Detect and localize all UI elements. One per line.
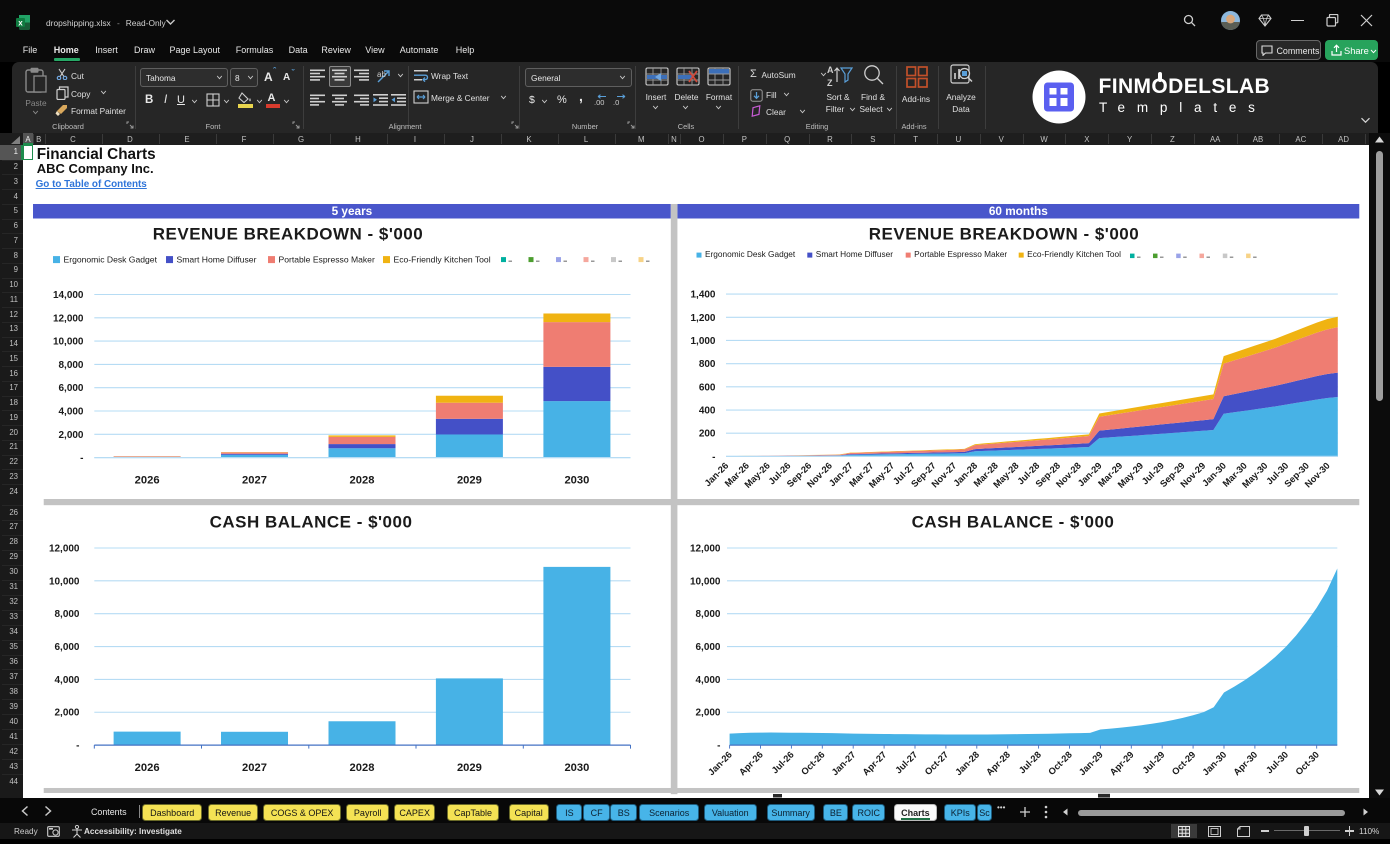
svg-text:x: x [18,19,23,28]
svg-text:2029: 2029 [457,474,482,486]
svg-text:2027: 2027 [242,762,267,774]
svg-text:800: 800 [699,359,716,370]
svg-text:8,000: 8,000 [695,609,720,620]
svg-text:1,400: 1,400 [690,289,715,300]
svg-text:-: - [717,740,720,751]
svg-text:12,000: 12,000 [49,543,80,554]
svg-text:Oct-29: Oct-29 [1170,749,1197,776]
svg-text:Jan-28: Jan-28 [953,749,981,777]
svg-text:Oct-30: Oct-30 [1294,749,1321,776]
svg-text:2,000: 2,000 [59,430,84,441]
svg-text:A: A [827,65,834,75]
svg-text:4,000: 4,000 [55,675,80,686]
svg-text:2,000: 2,000 [695,708,720,719]
svg-text:CASH BALANCE - $'000: CASH BALANCE - $'000 [912,512,1115,531]
svg-text:Apr-30: Apr-30 [1231,749,1259,777]
svg-text:Jan-29: Jan-29 [1077,749,1105,777]
svg-text:Jul-27: Jul-27 [893,749,919,775]
svg-text:2026: 2026 [135,474,160,486]
svg-text:600: 600 [699,382,716,393]
svg-text:12,000: 12,000 [53,313,84,324]
svg-text:1,200: 1,200 [690,313,715,324]
svg-text:10,000: 10,000 [49,576,80,587]
svg-text:Smart Home Diffuser: Smart Home Diffuser [177,254,257,264]
svg-text:2028: 2028 [350,762,375,774]
svg-text:Jan-27: Jan-27 [830,749,858,777]
svg-text:Ergonomic Desk Gadget: Ergonomic Desk Gadget [64,254,158,264]
svg-text:2029: 2029 [457,762,482,774]
svg-text:10,000: 10,000 [690,576,721,587]
svg-text:6,000: 6,000 [55,642,80,653]
svg-text:Jan-26: Jan-26 [706,749,734,777]
svg-text:2030: 2030 [564,474,589,486]
svg-text:ABC Company Inc.: ABC Company Inc. [37,161,154,176]
svg-text:2028: 2028 [350,474,375,486]
svg-text:Apr-28: Apr-28 [984,749,1012,777]
svg-text:Go to Table of Contents: Go to Table of Contents [36,179,148,190]
svg-text:Apr-26: Apr-26 [737,749,765,777]
svg-text:Portable Espresso Maker: Portable Espresso Maker [914,249,1007,259]
svg-text:8,000: 8,000 [55,609,80,620]
svg-text:Apr-27: Apr-27 [861,749,889,777]
svg-text:200: 200 [699,429,716,440]
svg-text:-: - [712,452,715,463]
svg-text:Z: Z [827,78,833,88]
svg-text:2030: 2030 [564,762,589,774]
svg-text:4,000: 4,000 [695,675,720,686]
svg-text:ab: ab [377,70,386,79]
svg-text:Jul-26: Jul-26 [770,749,796,775]
svg-text:14,000: 14,000 [53,290,84,301]
svg-text:2027: 2027 [242,474,267,486]
svg-text:8,000: 8,000 [59,360,84,371]
svg-text:6,000: 6,000 [59,383,84,394]
svg-text:Jul-30: Jul-30 [1264,749,1290,775]
svg-text:Oct-28: Oct-28 [1046,749,1073,776]
svg-text:Jul-29: Jul-29 [1141,749,1167,775]
svg-text:REVENUE BREAKDOWN - $'000: REVENUE BREAKDOWN - $'000 [153,224,423,243]
svg-text:10,000: 10,000 [53,336,84,347]
svg-text:Jul-28: Jul-28 [1017,749,1043,775]
svg-text:.0: .0 [613,98,619,107]
svg-text:4,000: 4,000 [59,406,84,417]
svg-text:Ergonomic Desk Gadget: Ergonomic Desk Gadget [705,249,796,259]
svg-text:Eco-Friendly Kitchen Tool: Eco-Friendly Kitchen Tool [1027,249,1121,259]
svg-text:.00: .00 [594,98,604,107]
svg-text:Oct-26: Oct-26 [799,749,826,776]
svg-text:Smart Home Diffuser: Smart Home Diffuser [816,249,893,259]
svg-text:12,000: 12,000 [690,543,721,554]
svg-text:-: - [76,740,79,751]
svg-text:2,000: 2,000 [55,708,80,719]
svg-text:6,000: 6,000 [695,642,720,653]
svg-text:-: - [80,453,83,464]
svg-text:REVENUE BREAKDOWN - $'000: REVENUE BREAKDOWN - $'000 [869,224,1139,243]
svg-text:Apr-29: Apr-29 [1108,749,1136,777]
svg-text:Oct-27: Oct-27 [923,749,950,776]
svg-text:1,000: 1,000 [690,336,715,347]
svg-text:Eco-Friendly Kitchen Tool: Eco-Friendly Kitchen Tool [394,254,491,264]
svg-text:400: 400 [699,405,716,416]
svg-text:60 months: 60 months [989,205,1048,218]
svg-text:Portable Espresso Maker: Portable Espresso Maker [279,254,375,264]
svg-text:CASH BALANCE - $'000: CASH BALANCE - $'000 [210,512,413,531]
svg-text:Jan-30: Jan-30 [1201,749,1229,777]
svg-text:2026: 2026 [135,762,160,774]
svg-text:5 years: 5 years [332,205,373,218]
